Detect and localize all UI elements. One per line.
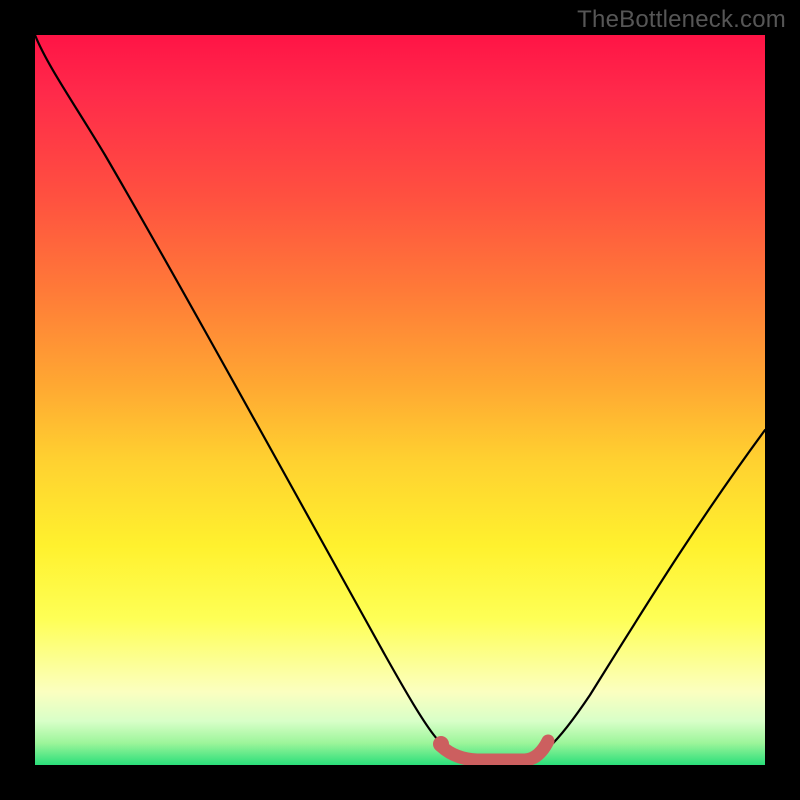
curve-layer <box>35 35 765 765</box>
bottleneck-curve <box>35 35 765 761</box>
highlight-start-dot <box>433 736 449 752</box>
chart-frame: TheBottleneck.com <box>0 0 800 800</box>
watermark-text: TheBottleneck.com <box>577 6 786 34</box>
highlight-segment <box>441 741 548 760</box>
plot-area <box>35 35 765 765</box>
